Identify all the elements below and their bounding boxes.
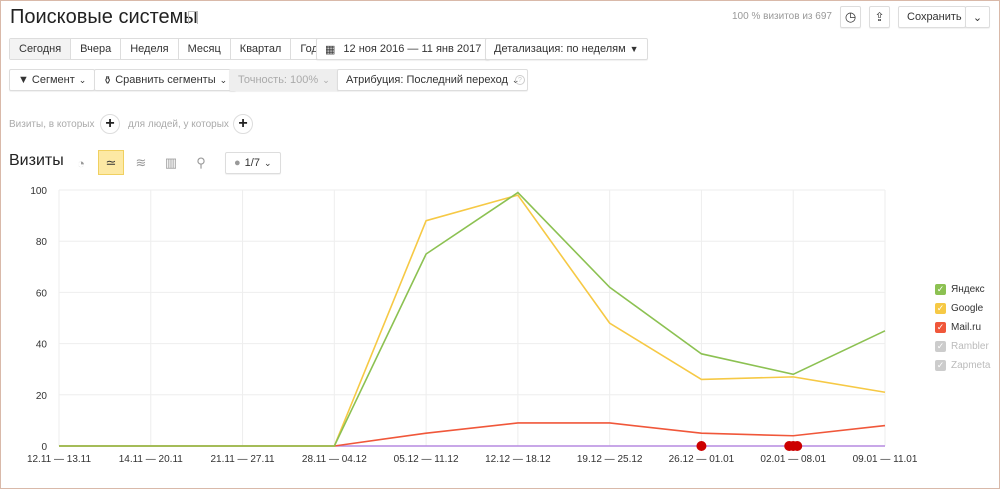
x-tick-label: 05.12 — 11.12 xyxy=(394,454,459,465)
series-line-Яндекс xyxy=(59,191,886,447)
date-range-button[interactable]: ▦ 12 ноя 2016 — 11 янв 2017 xyxy=(316,38,491,60)
page-title: Поисковые системы xyxy=(10,6,198,28)
checkbox-icon[interactable]: ✓ xyxy=(935,284,946,295)
x-tick-label: 26.12 — 01.01 xyxy=(669,454,735,465)
checkbox-icon[interactable]: ✓ xyxy=(935,360,946,371)
area-chart-icon[interactable]: ≋ xyxy=(128,152,154,174)
x-tick-label: 12.12 — 18.12 xyxy=(485,454,551,465)
add-people-condition-button[interactable]: + xyxy=(233,114,253,134)
legend-item[interactable]: ✓ Zapmeta xyxy=(935,360,990,371)
x-tick-label: 02.01 — 08.01 xyxy=(760,454,826,465)
visits-info: 100 % визитов из 697 xyxy=(732,11,832,22)
period-month[interactable]: Месяц xyxy=(179,39,231,59)
series-line-Google xyxy=(59,194,886,447)
legend-label: Google xyxy=(951,303,984,314)
period-today[interactable]: Сегодня xyxy=(10,39,72,59)
legend-item[interactable]: ✓ Google xyxy=(935,303,983,314)
filter-icon: ▼ xyxy=(18,74,29,86)
save-dropdown-button[interactable]: ⌄ xyxy=(965,6,990,28)
y-tick-label: 20 xyxy=(36,391,48,402)
comment-icon: ● xyxy=(234,157,241,169)
x-tick-label: 28.11 — 04.12 xyxy=(302,454,367,465)
annotation-marker xyxy=(696,441,707,451)
checkbox-icon[interactable]: ✓ xyxy=(935,341,946,352)
chart-title: Визиты xyxy=(9,152,64,169)
people-condition-label: для людей, у которых xyxy=(128,119,229,130)
legend-item[interactable]: ✓ Mail.ru xyxy=(935,322,981,333)
period-quarter[interactable]: Квартал xyxy=(231,39,292,59)
x-tick-label: 14.11 — 20.11 xyxy=(119,454,184,465)
calendar-icon: ▦ xyxy=(325,43,336,56)
attribution-dropdown[interactable]: Атрибуция: Последний переход ⌄ xyxy=(337,69,529,91)
detail-dropdown[interactable]: Детализация: по неделям ▼ xyxy=(485,38,648,60)
y-tick-label: 40 xyxy=(36,340,48,351)
bar-chart-icon[interactable]: ▥ xyxy=(158,152,184,174)
legend-item[interactable]: ✓ Яндекс xyxy=(935,284,985,295)
checkbox-icon[interactable]: ✓ xyxy=(935,322,946,333)
x-tick-label: 12.11 — 13.11 xyxy=(27,454,92,465)
period-selector: Сегодня Вчера Неделя Месяц Квартал Год xyxy=(9,38,328,60)
segment-button[interactable]: ▼ Сегмент ⌄ xyxy=(9,69,96,91)
legend-label: Яндекс xyxy=(951,284,985,295)
y-tick-label: 80 xyxy=(36,237,48,248)
legend-label: Zapmeta xyxy=(951,360,991,371)
help-icon[interactable]: ? xyxy=(515,75,525,85)
period-yesterday[interactable]: Вчера xyxy=(71,39,122,59)
map-icon[interactable]: ⚲ xyxy=(188,152,214,174)
history-button[interactable]: ◷ xyxy=(840,6,861,28)
accuracy-dropdown[interactable]: Точность: 100% ⌄ xyxy=(229,69,339,91)
legend-label: Rambler xyxy=(951,341,989,352)
line-chart-icon[interactable]: ≃ xyxy=(98,150,124,175)
visits-condition-label: Визиты, в которых xyxy=(9,119,95,130)
bookmark-icon[interactable] xyxy=(188,11,198,24)
legend-label: Mail.ru xyxy=(951,322,982,333)
compare-icon: ⚱ xyxy=(103,74,113,87)
checkbox-icon[interactable]: ✓ xyxy=(935,303,946,314)
y-tick-label: 100 xyxy=(30,186,47,197)
legend-item[interactable]: ✓ Rambler xyxy=(935,341,989,352)
period-week[interactable]: Неделя xyxy=(121,39,179,59)
add-visit-condition-button[interactable]: + xyxy=(100,114,120,134)
save-button[interactable]: Сохранить xyxy=(898,6,966,28)
x-tick-label: 09.01 — 11.01 xyxy=(853,454,918,465)
x-tick-label: 19.12 — 25.12 xyxy=(577,454,643,465)
y-tick-label: 60 xyxy=(36,288,48,299)
x-tick-label: 21.11 — 27.11 xyxy=(210,454,275,465)
series-line-Mail.ru xyxy=(59,422,886,447)
export-button[interactable]: ⇪ xyxy=(869,6,890,28)
y-tick-label: 0 xyxy=(41,442,47,453)
line-chart: 0 20 40 60 80 100 12.11 — 13.11 14.11 — 20.11 21… xyxy=(27,186,918,465)
annotation-marker xyxy=(792,441,803,451)
pie-chart-icon[interactable]: ◔ xyxy=(68,152,94,174)
compare-segments-button[interactable]: ⚱ Сравнить сегменты ⌄ xyxy=(94,69,237,91)
chevron-down-icon: ▼ xyxy=(629,44,639,54)
annotations-dropdown[interactable]: ● 1/7 ⌄ xyxy=(225,152,281,174)
